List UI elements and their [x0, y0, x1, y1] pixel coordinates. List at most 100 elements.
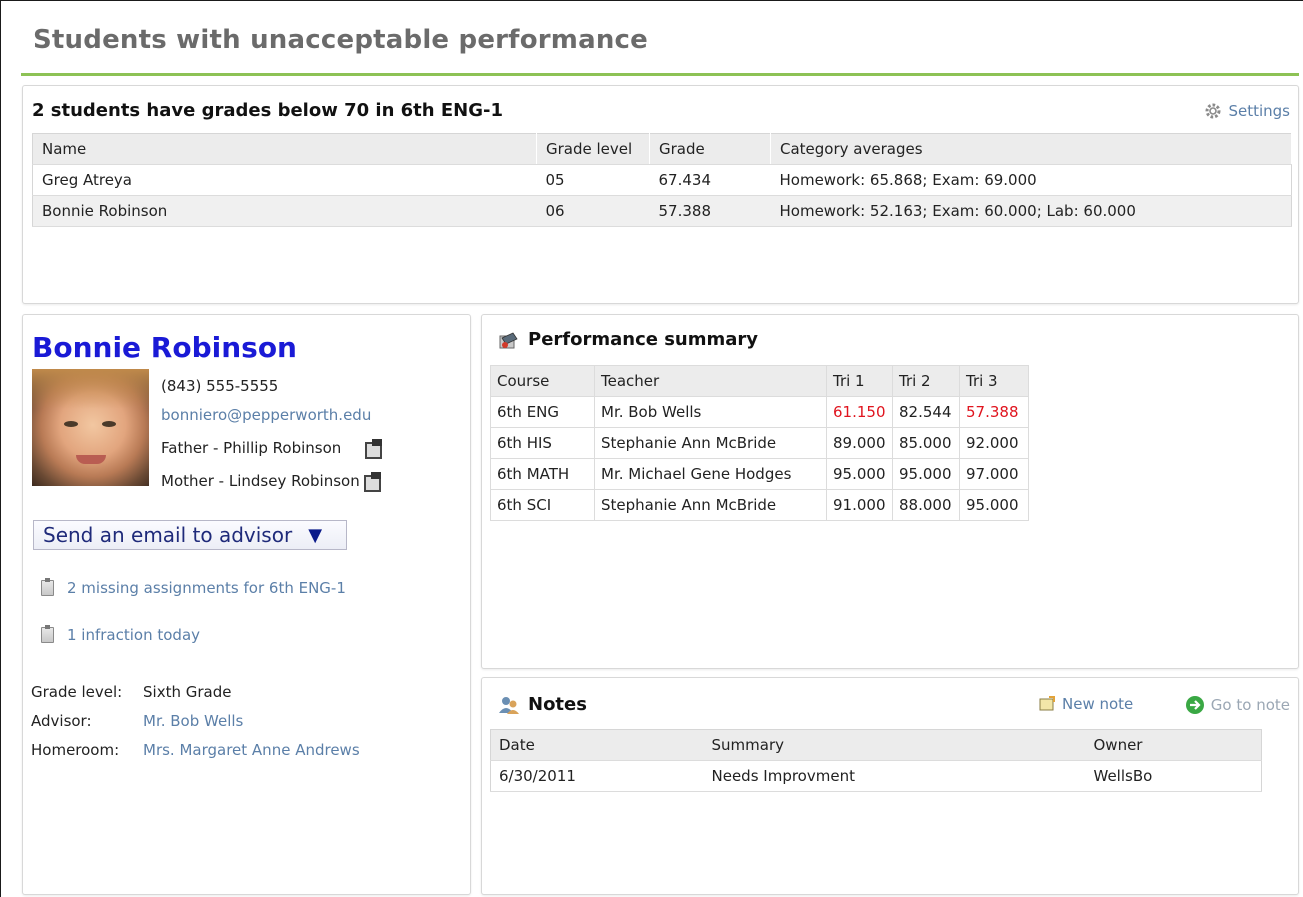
notes-panel: Notes New note Go to note Date Summary O…	[481, 677, 1299, 895]
student-photo	[32, 369, 149, 486]
students-panel: 2 students have grades below 70 in 6th E…	[22, 85, 1299, 304]
father-label: Father - Phillip Robinson	[161, 439, 342, 457]
grade-level-cell: 05	[536, 164, 650, 196]
column-header: Tri 2	[892, 365, 960, 397]
column-header[interactable]: Date	[490, 729, 704, 761]
people-icon	[499, 697, 519, 714]
table-row: 6th MATH Mr. Michael Gene Hodges 95.000 …	[490, 458, 1029, 490]
table-row: 6th ENG Mr. Bob Wells 61.150 82.544 57.3…	[490, 396, 1029, 428]
column-header: Tri 1	[826, 365, 893, 397]
column-header: Tri 3	[959, 365, 1029, 397]
note-icon	[1039, 696, 1055, 711]
column-header[interactable]: Name	[32, 133, 537, 165]
performance-summary-panel: Performance summary Course Teacher Tri 1…	[481, 314, 1299, 669]
teacher-cell: Mr. Michael Gene Hodges	[594, 458, 827, 490]
grade-level-value: Sixth Grade	[143, 683, 232, 701]
go-to-note-label: Go to note	[1210, 696, 1290, 714]
column-header[interactable]: Summary	[703, 729, 1086, 761]
tri3-grade-cell: 57.388	[959, 396, 1029, 428]
tri1-grade-cell: 95.000	[826, 458, 893, 490]
student-profile-panel: Bonnie Robinson (843) 555-5555 bonniero@…	[22, 314, 471, 895]
father-contact[interactable]: Father - Phillip Robinson	[161, 439, 383, 459]
table-row: 6th SCI Stephanie Ann McBride 91.000 88.…	[490, 489, 1029, 521]
table-row[interactable]: Greg Atreya 05 67.434 Homework: 65.868; …	[32, 164, 1292, 196]
send-email-advisor-label: Send an email to advisor	[43, 523, 293, 547]
advisor-link[interactable]: Mr. Bob Wells	[143, 712, 243, 730]
new-note-link[interactable]: New note	[1038, 695, 1133, 713]
column-header[interactable]: Owner	[1085, 729, 1262, 761]
note-summary-cell: Needs Improvment	[703, 760, 1086, 792]
tri3-grade-cell: 95.000	[959, 489, 1029, 521]
missing-assignments-link[interactable]: 2 missing assignments for 6th ENG-1	[41, 578, 346, 597]
course-cell: 6th SCI	[490, 489, 595, 521]
student-phone: (843) 555-5555	[161, 377, 279, 395]
mother-contact[interactable]: Mother - Lindsey Robinson	[161, 472, 382, 492]
tri2-grade-cell: 95.000	[892, 458, 960, 490]
table-row: 6th HIS Stephanie Ann McBride 89.000 85.…	[490, 427, 1029, 459]
teacher-cell: Stephanie Ann McBride	[594, 427, 827, 459]
teacher-cell: Mr. Bob Wells	[594, 396, 827, 428]
category-averages-cell: Homework: 65.868; Exam: 69.000	[770, 164, 1292, 196]
performance-summary-title: Performance summary	[528, 329, 759, 350]
mother-label: Mother - Lindsey Robinson	[161, 472, 360, 490]
page-title: Students with unacceptable performance	[33, 25, 648, 55]
column-header: Teacher	[594, 365, 827, 397]
new-note-label: New note	[1062, 695, 1134, 713]
tri2-grade-cell: 82.544	[892, 396, 960, 428]
dropdown-triangle-icon: ▼	[308, 524, 323, 546]
advisor-label: Advisor:	[31, 712, 92, 730]
grade-cell: 57.388	[649, 195, 771, 227]
grade-cell: 67.434	[649, 164, 771, 196]
notes-heading: Notes	[498, 694, 587, 715]
note-owner-cell: WellsBo	[1085, 760, 1262, 792]
note-date-cell: 6/30/2011	[490, 760, 704, 792]
teacher-cell: Stephanie Ann McBride	[594, 489, 827, 521]
homeroom-link[interactable]: Mrs. Margaret Anne Andrews	[143, 741, 360, 759]
clipboard-icon	[41, 578, 54, 596]
performance-summary-heading: Performance summary	[498, 329, 758, 350]
contact-card-icon[interactable]	[363, 439, 383, 459]
go-arrow-icon	[1185, 696, 1204, 714]
tri3-grade-cell: 97.000	[959, 458, 1029, 490]
course-cell: 6th ENG	[490, 396, 595, 428]
notes-title: Notes	[528, 694, 587, 715]
column-header[interactable]: Grade	[649, 133, 771, 165]
column-header[interactable]: Grade level	[536, 133, 650, 165]
category-averages-cell: Homework: 52.163; Exam: 60.000; Lab: 60.…	[770, 195, 1292, 227]
send-email-advisor-button[interactable]: Send an email to advisor ▼	[33, 520, 347, 550]
students-table: Name Grade level Grade Category averages…	[32, 133, 1292, 227]
table-row[interactable]: Bonnie Robinson 06 57.388 Homework: 52.1…	[32, 195, 1292, 227]
performance-table-header: Course Teacher Tri 1 Tri 2 Tri 3	[490, 365, 1029, 397]
grade-level-label: Grade level:	[31, 683, 123, 701]
performance-table: Course Teacher Tri 1 Tri 2 Tri 3 6th ENG…	[490, 365, 1029, 521]
alert-label: 1 infraction today	[67, 626, 201, 644]
tri2-grade-cell: 85.000	[892, 427, 960, 459]
report-card-icon	[499, 332, 518, 349]
tri3-grade-cell: 92.000	[959, 427, 1029, 459]
tri2-grade-cell: 88.000	[892, 489, 960, 521]
students-panel-heading: 2 students have grades below 70 in 6th E…	[32, 100, 503, 121]
grade-level-row: Grade level: Sixth Grade	[31, 683, 231, 701]
tri1-grade-cell: 91.000	[826, 489, 893, 521]
settings-label: Settings	[1228, 102, 1290, 120]
column-header[interactable]: Category averages	[770, 133, 1292, 165]
student-email-link[interactable]: bonniero@pepperworth.edu	[161, 406, 371, 424]
grade-level-cell: 06	[536, 195, 650, 227]
student-name-cell: Bonnie Robinson	[32, 195, 537, 227]
settings-link[interactable]: Settings	[1204, 102, 1290, 120]
homeroom-label: Homeroom:	[31, 741, 120, 759]
notes-table-header: Date Summary Owner	[490, 729, 1262, 761]
gear-icon	[1205, 103, 1221, 119]
infraction-link[interactable]: 1 infraction today	[41, 625, 201, 644]
go-to-note-link[interactable]: Go to note	[1185, 695, 1290, 715]
homeroom-row: Homeroom: Mrs. Margaret Anne Andrews	[31, 741, 360, 759]
column-header: Course	[490, 365, 595, 397]
course-cell: 6th HIS	[490, 427, 595, 459]
student-name: Bonnie Robinson	[32, 331, 297, 364]
alert-label: 2 missing assignments for 6th ENG-1	[67, 579, 346, 597]
contact-card-icon[interactable]	[362, 472, 382, 492]
student-name-cell: Greg Atreya	[32, 164, 537, 196]
tri1-grade-cell: 89.000	[826, 427, 893, 459]
table-row[interactable]: 6/30/2011 Needs Improvment WellsBo	[490, 760, 1262, 792]
title-divider	[21, 73, 1299, 76]
